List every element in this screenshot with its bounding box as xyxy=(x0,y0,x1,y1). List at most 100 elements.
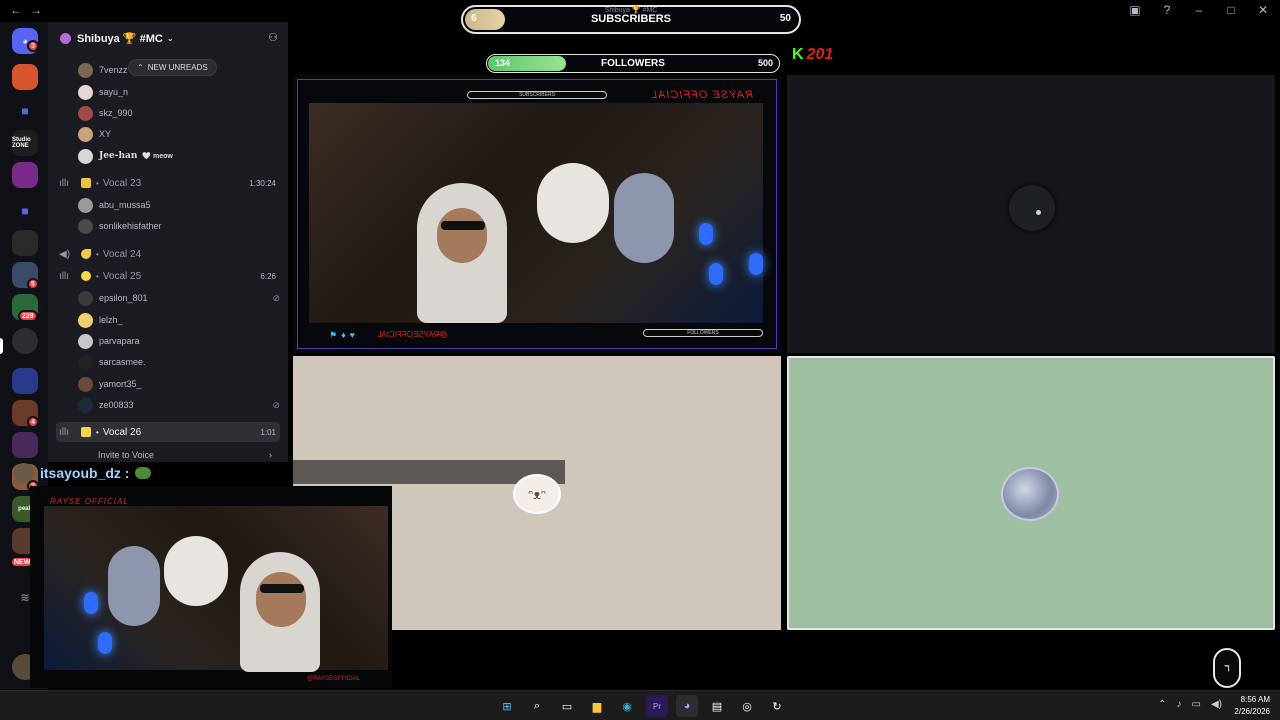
back-arrow-icon[interactable]: ← xyxy=(10,3,22,17)
kick-count: 201 xyxy=(806,46,834,63)
voice-user-name: skz_990 xyxy=(99,108,133,118)
voice-user[interactable]: skz_990 xyxy=(78,103,133,123)
stream-video-tile[interactable]: SUBSCRIBERS RAYSE OFFICIAL ⚑♦♥ @RAYSEOFF… xyxy=(293,75,781,353)
server-icon[interactable] xyxy=(12,64,38,90)
voice-user-name: sonlikehisfather xyxy=(99,221,162,231)
voice-channel-vocal-23[interactable]: ıllı • Vocal 23 1:30:24 xyxy=(56,173,280,193)
channel-name: Vocal 26 xyxy=(102,426,142,438)
invite-to-voice-button[interactable]: Invite to Voice › xyxy=(56,446,280,464)
server-icon[interactable] xyxy=(12,328,38,354)
server-icon[interactable] xyxy=(12,230,38,256)
minimize-icon[interactable]: – xyxy=(1192,3,1206,17)
user-tag: 🤍 meow xyxy=(142,153,173,160)
voice-active-icon: ıllı xyxy=(59,426,69,438)
pip-handle: @RAYSEOFFICIAL xyxy=(307,676,360,682)
new-unreads-pill[interactable]: ⌃ NEW UNREADS xyxy=(128,59,217,76)
cat-avatar: ᵔᴥᵔ xyxy=(513,474,561,514)
server-header[interactable]: Shibuya 🏆 #MC ⌄ xyxy=(48,22,288,54)
volume-icon[interactable]: ◀) xyxy=(1211,699,1222,710)
voice-user-name: 7venzz xyxy=(99,65,128,75)
follow-label: FOLLOWERS xyxy=(601,58,665,69)
chevron-down-icon: ⌄ xyxy=(166,33,174,43)
participant-tile-speaking[interactable] xyxy=(787,356,1275,630)
premiere-icon[interactable]: Pr xyxy=(646,695,668,717)
voice-user[interactable]: Jee-han 🤍 meow xyxy=(78,146,173,166)
voice-user[interactable]: 7venzz xyxy=(78,60,128,80)
channel-timer: 1:01 xyxy=(260,427,276,437)
voice-user[interactable]: sonlikehisfather xyxy=(78,216,162,236)
voice-active-icon: ıllı xyxy=(59,270,69,282)
invite-label: Invite to Voice xyxy=(98,450,155,460)
server-badge: 229 xyxy=(18,310,38,322)
speaker-icon: ◀) xyxy=(59,248,71,260)
maximize-icon[interactable]: □ xyxy=(1224,3,1238,17)
selected-server-pill xyxy=(0,338,3,354)
avatar xyxy=(78,333,93,349)
folder-icon[interactable]: ■ xyxy=(12,198,38,224)
window-controls: ▣ ? – □ ✕ xyxy=(1128,3,1270,17)
search-icon[interactable]: ⌕ xyxy=(526,695,548,717)
subscribers-goal-bar: Shibuya 🏆 #MC 6 SUBSCRIBERS 50 xyxy=(461,5,801,34)
folder-icon[interactable]: ■ xyxy=(12,98,38,124)
invite-people-icon[interactable]: ⚇ xyxy=(268,31,278,44)
peepo-emote-icon xyxy=(135,467,152,479)
new-unreads-label: NEW UNREADS xyxy=(147,63,208,72)
file-explorer-icon[interactable]: ▆ xyxy=(586,695,608,717)
stream-username: itsayoub_dz : xyxy=(14,463,152,483)
voice-user-name: abu_mussa5 xyxy=(99,200,151,210)
terminal-icon[interactable]: ▤ xyxy=(706,695,728,717)
server-icon[interactable] xyxy=(12,368,38,394)
obs-icon[interactable]: ◎ xyxy=(736,695,758,717)
voice-channel-vocal-26[interactable]: ıllı • Vocal 26 1:01 xyxy=(56,422,280,442)
bunny-plush xyxy=(614,173,674,263)
voice-user-name: sarcasmee. xyxy=(99,357,146,367)
voice-active-icon: ıllı xyxy=(59,177,69,189)
channel-name: Vocal 23 xyxy=(102,177,142,189)
voice-user[interactable]: abu_mussa5 xyxy=(78,195,151,215)
avatar xyxy=(78,105,93,121)
voice-user[interactable]: sayu_n xyxy=(78,82,128,102)
server-studio-zone[interactable]: Studio ZONE xyxy=(12,130,38,156)
kick-viewer-count: K 201 xyxy=(792,46,833,64)
edge-icon[interactable]: ◉ xyxy=(616,695,638,717)
voice-user[interactable]: sarcasmee. xyxy=(78,352,146,372)
server-badge: 5 xyxy=(27,278,39,290)
voice-user[interactable]: yamort35_ xyxy=(78,374,142,394)
forward-arrow-icon[interactable]: → xyxy=(30,3,42,17)
voice-user[interactable]: ze00833 ⊘ xyxy=(78,395,280,415)
voice-user[interactable]: lelzh_ xyxy=(78,310,123,330)
subs-max: 50 xyxy=(779,13,791,24)
inbox-icon[interactable]: ▣ xyxy=(1128,3,1142,17)
pip-camera[interactable]: RAYSE OFFICIAL @RAYSEOFFICIAL xyxy=(30,486,392,688)
mini-subs-bar: SUBSCRIBERS xyxy=(467,91,607,99)
server-icon[interactable] xyxy=(12,162,38,188)
windows-start-icon[interactable]: ⊞ xyxy=(496,695,518,717)
server-name: Shibuya 🏆 #MC xyxy=(77,32,163,45)
close-icon[interactable]: ✕ xyxy=(1256,3,1270,17)
channel-timer: 1:30:24 xyxy=(249,178,276,188)
voice-user[interactable]: epsilon_801 ⊘ xyxy=(78,288,280,308)
task-view-icon[interactable]: ▭ xyxy=(556,695,578,717)
app-icon[interactable]: ↻ xyxy=(766,695,788,717)
display-icon[interactable]: ▭ xyxy=(1192,699,1201,710)
avatar xyxy=(78,126,93,142)
chevron-up-icon[interactable]: ⌃ xyxy=(1158,699,1166,710)
participant-tile[interactable] xyxy=(787,75,1275,353)
clock-date: 2/26/2026 xyxy=(1234,707,1270,716)
voice-channel-vocal-25[interactable]: ıllı • Vocal 25 6:26 xyxy=(56,266,280,286)
server-icon[interactable] xyxy=(12,432,38,458)
voice-user[interactable]: XY xyxy=(78,124,111,144)
voice-user[interactable]: parvapara xyxy=(78,331,140,351)
channel-name: Vocal 25 xyxy=(102,270,142,282)
followers-goal-bar: 134 FOLLOWERS 500 xyxy=(486,54,780,73)
avatar xyxy=(78,84,93,100)
help-icon[interactable]: ? xyxy=(1160,3,1174,17)
discord-icon[interactable]: ◕ xyxy=(676,695,698,717)
avatar xyxy=(78,290,93,306)
participant-avatar xyxy=(1009,185,1055,231)
voice-channel-vocal-24[interactable]: ◀) • Vocal 24 xyxy=(56,244,280,264)
clock[interactable]: 8:56 AM 2/26/2026 xyxy=(1234,694,1270,718)
microphone-icon[interactable]: ♪ xyxy=(1177,699,1182,710)
avatar xyxy=(78,312,93,328)
avatar xyxy=(78,354,93,370)
